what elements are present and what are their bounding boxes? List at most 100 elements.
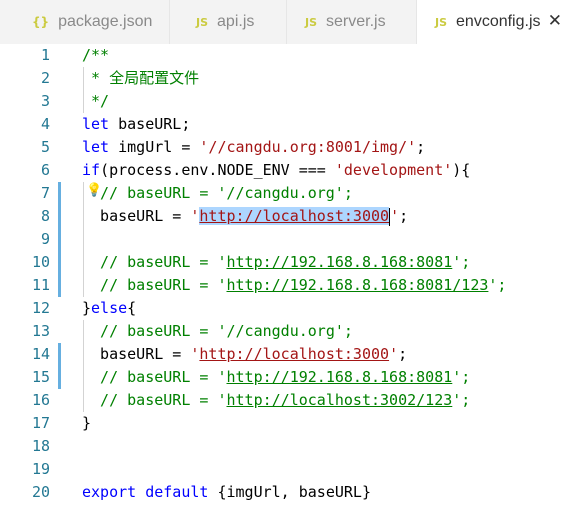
code-line[interactable]: 18 xyxy=(0,435,576,458)
code-line[interactable]: 14 baseURL = 'http://localhost:3000'; xyxy=(0,343,576,366)
tab-bar: {} package.json JS api.js JS server.js J… xyxy=(0,0,576,44)
js-file-icon: JS xyxy=(305,15,318,29)
tab-api-js[interactable]: JS api.js xyxy=(170,0,287,44)
url-token: http://localhost:3000 xyxy=(199,207,390,225)
code-editor[interactable]: 1 /** 2 * 全局配置文件 3 */ 4 let baseURL; 5 let imgU… xyxy=(0,44,576,530)
code-token: // baseURL = ' xyxy=(82,391,227,409)
code-token: // baseURL = '//cangdu.org'; xyxy=(100,184,353,202)
code-text: if(process.env.NODE_ENV === 'development… xyxy=(82,159,470,182)
tab-envconfig-js[interactable]: JS envconfig.js ✕ xyxy=(417,0,576,44)
code-line[interactable]: 17} xyxy=(0,412,576,435)
tab-package-json[interactable]: {} package.json xyxy=(0,0,170,44)
code-token: ; xyxy=(398,345,408,363)
code-text: // baseURL = 'http://localhost:3002/123'… xyxy=(82,389,470,412)
code-line[interactable]: 9 xyxy=(0,228,576,251)
code-line[interactable]: 20 export default {imgUrl, baseURL} xyxy=(0,481,576,504)
code-token: baseURL = xyxy=(82,207,191,225)
url-token: http://192.168.8.168:8081 xyxy=(226,368,453,386)
line-number: 12 xyxy=(31,299,50,317)
code-token: ; xyxy=(399,207,409,225)
line-number: 20 xyxy=(31,483,50,501)
code-line[interactable]: 19 xyxy=(0,458,576,481)
code-line[interactable]: 7 💡// baseURL = '//cangdu.org'; xyxy=(0,182,576,205)
code-text: }else{ xyxy=(82,297,136,320)
code-line[interactable]: 8 baseURL = 'http://localhost:3000'; xyxy=(0,205,576,228)
code-token: (process.env.NODE_ENV === xyxy=(100,161,335,179)
code-text: */ xyxy=(82,90,109,113)
code-line[interactable]: 15 // baseURL = 'http://192.168.8.168:80… xyxy=(0,366,576,389)
line-number: 7 xyxy=(40,184,50,202)
code-token: export xyxy=(82,483,137,501)
code-token: 'development' xyxy=(334,161,453,179)
line-number: 13 xyxy=(31,322,50,340)
line-number: 1 xyxy=(40,46,50,64)
js-file-icon: JS xyxy=(435,15,448,29)
url-token: http://localhost:3002/123 xyxy=(226,391,453,409)
tab-label: envconfig.js xyxy=(456,13,541,30)
code-token: ; xyxy=(416,138,426,156)
line-number: 5 xyxy=(40,138,50,156)
close-icon[interactable]: ✕ xyxy=(548,11,562,31)
line-number: 16 xyxy=(31,391,50,409)
code-token: ' xyxy=(389,345,399,363)
line-number: 2 xyxy=(40,69,50,87)
code-text: * 全局配置文件 xyxy=(82,67,199,90)
code-token: default xyxy=(145,483,209,501)
line-number: 11 xyxy=(31,276,50,294)
line-number: 10 xyxy=(31,253,50,271)
code-token: ){ xyxy=(452,161,471,179)
code-line[interactable]: 3 */ xyxy=(0,90,576,113)
code-text: // baseURL = '//cangdu.org'; xyxy=(100,182,353,205)
code-token: */ xyxy=(82,92,110,110)
code-line[interactable]: 13 // baseURL = '//cangdu.org'; xyxy=(0,320,576,343)
line-number: 19 xyxy=(31,460,50,478)
code-token: '; xyxy=(452,391,471,409)
code-text: let baseURL; xyxy=(82,113,190,136)
code-text: baseURL = 'http://localhost:3000'; xyxy=(82,205,408,228)
line-number: 18 xyxy=(31,437,50,455)
code-text: // baseURL = 'http://192.168.8.168:8081'… xyxy=(82,251,470,274)
code-line[interactable]: 16 // baseURL = 'http://localhost:3002/1… xyxy=(0,389,576,412)
line-number: 8 xyxy=(40,207,50,225)
code-token: /** xyxy=(82,46,110,64)
code-text: // baseURL = 'http://192.168.8.168:8081'… xyxy=(82,366,470,389)
line-number: 15 xyxy=(31,368,50,386)
code-token: // baseURL = ' xyxy=(82,253,227,271)
line-number: 17 xyxy=(31,414,50,432)
url-token: http://localhost:3000 xyxy=(199,345,390,363)
code-line[interactable]: 1 /** xyxy=(0,44,576,67)
tab-label: server.js xyxy=(326,13,386,30)
code-token: let xyxy=(82,138,110,156)
tab-label: api.js xyxy=(217,13,255,30)
line-number: 9 xyxy=(40,230,50,248)
code-token: // baseURL = ' xyxy=(82,368,227,386)
code-token: baseURL = xyxy=(82,345,191,363)
code-text: let imgUrl = '//cangdu.org:8001/img/'; xyxy=(82,136,425,159)
code-text: export default {imgUrl, baseURL} xyxy=(82,481,371,504)
code-line[interactable]: 12}else{ xyxy=(0,297,576,320)
code-token: let xyxy=(82,115,110,133)
tab-label: package.json xyxy=(58,13,153,30)
line-number: 6 xyxy=(40,161,50,179)
code-line[interactable]: 6 if(process.env.NODE_ENV === 'developmen… xyxy=(0,159,576,182)
code-line[interactable]: 4 let baseURL; xyxy=(0,113,576,136)
code-token: baseURL; xyxy=(109,115,191,133)
code-line[interactable]: 10 // baseURL = 'http://192.168.8.168:80… xyxy=(0,251,576,274)
line-number: 14 xyxy=(31,345,50,363)
code-token: { xyxy=(127,299,137,317)
url-token: http://192.168.8.168:8081/123 xyxy=(226,276,489,294)
code-token: ' xyxy=(390,207,400,225)
json-file-icon: {} xyxy=(32,15,50,29)
code-text: // baseURL = '//cangdu.org'; xyxy=(82,320,353,343)
line-number: 4 xyxy=(40,115,50,133)
code-line[interactable]: 2 * 全局配置文件 xyxy=(0,67,576,90)
tab-server-js[interactable]: JS server.js xyxy=(287,0,417,44)
code-token: '; xyxy=(452,368,471,386)
code-line[interactable]: 5 let imgUrl = '//cangdu.org:8001/img/'; xyxy=(0,136,576,159)
code-token: else xyxy=(91,299,128,317)
code-line[interactable]: 11 // baseURL = 'http://192.168.8.168:80… xyxy=(0,274,576,297)
code-text: } xyxy=(82,412,91,435)
code-token: '; xyxy=(452,253,471,271)
code-token: } xyxy=(82,299,92,317)
code-token: // baseURL = '//cangdu.org'; xyxy=(82,322,353,340)
